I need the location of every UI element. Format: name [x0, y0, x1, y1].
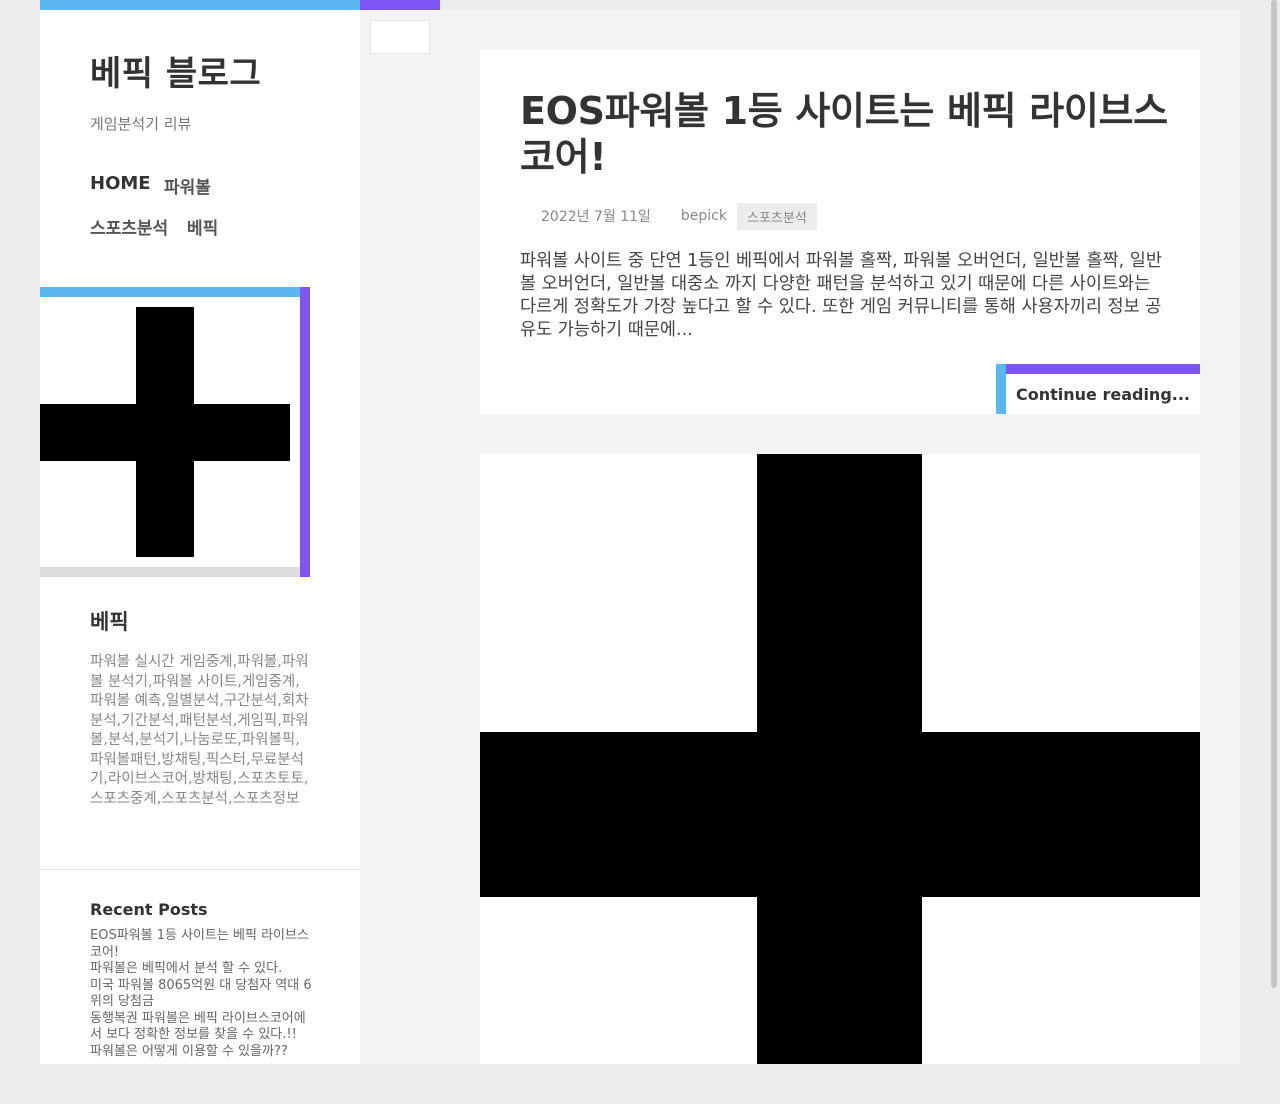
main-content: EOS파워볼 1등 사이트는 베픽 라이브스코어! 2022년 7월 11일 b…: [440, 10, 1240, 1064]
recent-post-link[interactable]: EOS파워볼 1등 사이트는 베픽 라이브스코어!: [90, 928, 315, 961]
cross-image: [40, 297, 300, 567]
frame-right-border: [300, 287, 310, 577]
featured-image[interactable]: [480, 454, 1200, 1064]
widget-title: 베픽: [90, 610, 129, 634]
site-title[interactable]: 베픽 블로그: [90, 46, 261, 95]
frame-top-border: [40, 287, 310, 297]
cross-horizontal-bar: [40, 404, 290, 461]
sidebar-shade: [360, 10, 440, 1064]
continue-reading-button[interactable]: Continue reading...: [1006, 374, 1200, 414]
cross-horizontal-bar: [480, 732, 1200, 897]
sidebar: 베픽 블로그 게임분석기 리뷰 HOME 파워볼 스포츠분석 베픽 베픽 파워볼…: [40, 0, 440, 1064]
nav-item-sports-analysis[interactable]: 스포츠분석: [90, 214, 168, 239]
post-author[interactable]: bepick: [681, 208, 727, 224]
site-description: 게임분석기 리뷰: [90, 115, 192, 133]
continue-accent-left: [996, 364, 1006, 414]
post-date[interactable]: 2022년 7월 11일: [541, 206, 651, 226]
post-title[interactable]: EOS파워볼 1등 사이트는 베픽 라이브스코어!: [520, 88, 1180, 180]
recent-post-link[interactable]: 파워볼은 베픽에서 분석 할 수 있다.: [90, 961, 315, 978]
post-card: EOS파워볼 1등 사이트는 베픽 라이브스코어! 2022년 7월 11일 b…: [480, 50, 1200, 414]
accent-bar-blue: [40, 0, 360, 10]
continue-accent-top: [996, 364, 1200, 374]
post-meta: 2022년 7월 11일 bepick 스포츠분석: [520, 202, 817, 230]
post-excerpt: 파워볼 사이트 중 단연 1등인 베픽에서 파워볼 홀짝, 파워볼 오버언더, …: [520, 251, 1162, 340]
frame-bottom-border: [40, 567, 300, 577]
accent-bar-purple: [360, 0, 440, 10]
post-category-badge[interactable]: 스포츠분석: [737, 202, 817, 230]
recent-post-link[interactable]: 미국 파워볼 8065억원 대 당첨자 역대 6위의 당첨금: [90, 978, 315, 1011]
recent-posts-title: Recent Posts: [90, 900, 208, 919]
widget-text: 파워볼 실시간 게임중계,파워볼,파워볼 분석기,파워볼 사이트,게임중계,파워…: [90, 654, 309, 807]
nav-item-bepick[interactable]: 베픽: [187, 214, 218, 239]
sidebar-image-frame: [40, 287, 310, 577]
menu-toggle-button[interactable]: [370, 20, 430, 54]
page-scrollbar[interactable]: [1271, 0, 1277, 988]
recent-post-link[interactable]: 파워볼은 어떻게 이용할 수 있을까??: [90, 1044, 315, 1061]
nav-item-powerball[interactable]: 파워볼: [164, 173, 211, 198]
recent-posts-list: EOS파워볼 1등 사이트는 베픽 라이브스코어! 파워볼은 베픽에서 분석 할…: [90, 928, 315, 1060]
widget-divider: [40, 869, 360, 870]
continue-reading[interactable]: Continue reading...: [996, 364, 1200, 414]
recent-post-link[interactable]: 동행복권 파워볼은 베픽 라이브스코어에서 보다 정확한 정보를 찾을 수 있다…: [90, 1011, 315, 1044]
sidebar-accent-bar: [40, 0, 440, 10]
nav-item-home[interactable]: HOME: [90, 173, 151, 194]
